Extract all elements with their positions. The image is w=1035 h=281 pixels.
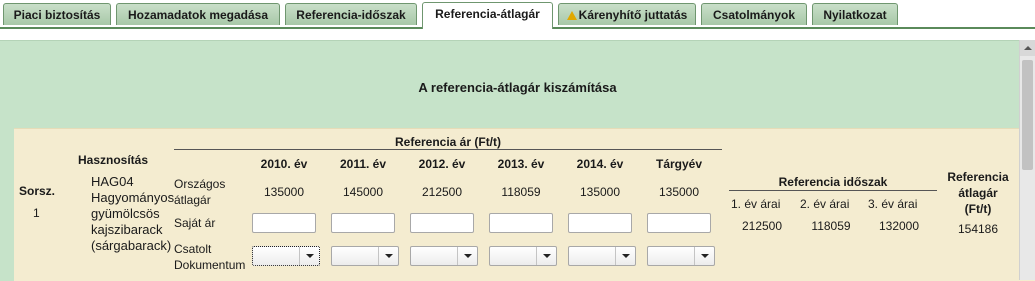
tab-bar: Piaci biztosítás Hozamadatok megadása Re… (0, 0, 1035, 29)
idoszak-value-3: 132000 (878, 219, 920, 233)
panel-title: A referencia-átlagár kiszámítása (418, 80, 617, 95)
tab-nyilatkozat[interactable]: Nyilatkozat (812, 3, 898, 25)
idoszak-column-3: 3. év árai (868, 197, 918, 211)
vertical-scrollbar[interactable] (1019, 40, 1035, 280)
chevron-down-icon (694, 247, 714, 265)
idoszak-divider (729, 190, 937, 191)
hasznositas-code: HAG04 (91, 174, 134, 189)
scroll-up-icon[interactable] (1020, 40, 1035, 56)
year-header-2010: 2010. év (260, 157, 308, 171)
referencia-atlagar-value: 154186 (957, 222, 999, 236)
chevron-down-icon (536, 247, 556, 265)
sajat-ar-label: Saját ár (174, 216, 216, 230)
sorsz-header: Sorsz. (19, 184, 56, 198)
header-divider (174, 149, 722, 150)
dokumentum-select-targyev[interactable] (647, 246, 715, 266)
tab-csatolmanyok[interactable]: Csatolmányok (701, 3, 807, 25)
tab-label: Referencia-átlagár (435, 7, 540, 21)
tab-referencia-atlagar[interactable]: Referencia-átlagár (422, 2, 553, 29)
dokumentum-select-2013[interactable] (489, 246, 557, 266)
dokumentum-select-2010[interactable] (252, 246, 320, 266)
orszagos-atlagar-label: Országos (174, 177, 226, 191)
warning-icon (566, 11, 577, 20)
chevron-down-icon (457, 247, 477, 265)
idoszak-value-2: 118059 (811, 219, 851, 233)
referencia-atlagar-header: átlagár (958, 186, 998, 200)
year-header-2013: 2013. év (497, 157, 545, 171)
csatolt-dokumentum-label: Csatolt (174, 242, 212, 256)
sajat-ar-input-targyev[interactable] (647, 213, 711, 233)
referencia-idoszak-header: Referencia időszak (778, 175, 888, 189)
tab-karenyhito-juttatas[interactable]: Kárenyhítő juttatás (558, 3, 696, 25)
tab-hozamadatok-megadasa[interactable]: Hozamadatok megadása (116, 3, 280, 25)
idoszak-value-1: 212500 (741, 219, 783, 233)
chevron-down-icon (299, 247, 319, 265)
sajat-ar-input-2011[interactable] (331, 213, 395, 233)
referencia-atlagar-header: Referencia (947, 170, 1009, 184)
csatolt-dokumentum-label: Dokumentum (174, 258, 246, 272)
tab-label: Csatolmányok (712, 8, 796, 22)
sajat-ar-input-2014[interactable] (568, 213, 632, 233)
hasznositas-line: gyümölcsös (91, 206, 160, 221)
orszagos-atlagar-label: átlagár (174, 193, 211, 207)
orszagos-value-targyev: 135000 (658, 185, 700, 199)
tab-label: Referencia-időszak (296, 8, 406, 22)
sajat-ar-input-2013[interactable] (489, 213, 553, 233)
year-header-2011: 2011. év (339, 157, 387, 171)
orszagos-value-2010: 135000 (263, 185, 305, 199)
year-header-2014: 2014. év (576, 157, 624, 171)
year-header-targyev: Tárgyév (655, 157, 703, 171)
orszagos-value-2013: 118059 (501, 185, 541, 199)
chevron-down-icon (378, 247, 398, 265)
idoszak-column-1: 1. év árai (731, 197, 781, 211)
referencia-atlagar-header: (Ft/t) (964, 202, 992, 216)
chevron-down-icon (615, 247, 635, 265)
hasznositas-line: Hagyományos (91, 190, 175, 205)
orszagos-value-2011: 145000 (342, 185, 384, 199)
year-header-2012: 2012. év (418, 157, 466, 171)
tab-label: Kárenyhítő juttatás (578, 8, 688, 22)
tab-referencia-idoszak[interactable]: Referencia-időszak (285, 3, 417, 25)
scrollbar-thumb[interactable] (1022, 60, 1033, 170)
dokumentum-select-2012[interactable] (410, 246, 478, 266)
tab-label: Hozamadatok megadása (127, 8, 269, 22)
dokumentum-select-2014[interactable] (568, 246, 636, 266)
tab-label: Nyilatkozat (823, 8, 887, 22)
sajat-ar-input-2012[interactable] (410, 213, 474, 233)
orszagos-value-2012: 212500 (421, 185, 463, 199)
row-sorsz: 1 (33, 206, 40, 220)
idoszak-column-2: 2. év árai (800, 197, 850, 211)
hasznositas-line: kajszibarack (91, 222, 163, 237)
hasznositas-line: (sárgabarack) (91, 238, 172, 253)
sajat-ar-input-2010[interactable] (252, 213, 316, 233)
tab-label: Piaci biztosítás (13, 8, 101, 22)
dokumentum-select-2011[interactable] (331, 246, 399, 266)
referencia-ar-header: Referencia ár (Ft/t) (394, 135, 502, 149)
tab-piaci-biztositas[interactable]: Piaci biztosítás (3, 3, 111, 25)
hasznositas-header: Hasznosítás (78, 153, 149, 167)
orszagos-value-2014: 135000 (579, 185, 621, 199)
